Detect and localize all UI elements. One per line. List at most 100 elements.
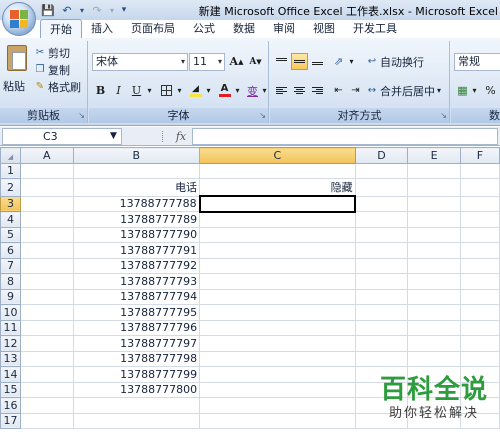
- cell-b4[interactable]: 13788777789: [72, 211, 201, 228]
- cell-a1[interactable]: [19, 162, 74, 179]
- accounting-dropdown[interactable]: ▾: [470, 82, 479, 99]
- cell-b1[interactable]: [72, 162, 201, 179]
- row-header[interactable]: 6: [0, 242, 21, 259]
- row-header[interactable]: 2: [0, 178, 21, 197]
- increase-indent-button[interactable]: ⇥: [347, 82, 364, 99]
- cell-e11[interactable]: [407, 319, 461, 336]
- cell-e10[interactable]: [407, 304, 461, 321]
- cell-a6[interactable]: [19, 242, 74, 259]
- cell-d7[interactable]: [354, 257, 409, 274]
- row-header[interactable]: 1: [0, 162, 21, 179]
- cell-c14[interactable]: [199, 366, 356, 383]
- office-button[interactable]: [2, 2, 36, 36]
- row-header[interactable]: 8: [0, 273, 21, 290]
- cell-c13[interactable]: [199, 350, 356, 367]
- cell-c12[interactable]: [199, 335, 356, 352]
- cell-e5[interactable]: [407, 226, 461, 243]
- italic-button[interactable]: I: [110, 82, 127, 99]
- cell-d9[interactable]: [354, 288, 409, 305]
- cell-a17[interactable]: [19, 412, 74, 429]
- column-header-f[interactable]: F: [459, 147, 500, 164]
- align-center-button[interactable]: [291, 82, 308, 99]
- cell-c9[interactable]: [199, 288, 356, 305]
- redo-icon[interactable]: ↷: [89, 3, 105, 17]
- cell-d12[interactable]: [354, 335, 409, 352]
- cell-a12[interactable]: [19, 335, 74, 352]
- cell-a15[interactable]: [19, 381, 74, 398]
- cell-d1[interactable]: [354, 162, 409, 179]
- cell-b9[interactable]: 13788777794: [72, 288, 201, 305]
- cell-c15[interactable]: [199, 381, 356, 398]
- orientation-dropdown[interactable]: ▾: [347, 53, 356, 70]
- row-header[interactable]: 7: [0, 257, 21, 274]
- cell-d5[interactable]: [354, 226, 409, 243]
- cell-b11[interactable]: 13788777796: [72, 319, 201, 336]
- redo-dropdown-icon[interactable]: ▾: [108, 3, 116, 17]
- row-header[interactable]: 5: [0, 226, 21, 243]
- cell-d11[interactable]: [354, 319, 409, 336]
- formula-input[interactable]: [192, 128, 498, 145]
- column-header-e[interactable]: E: [407, 147, 461, 164]
- row-header[interactable]: 15: [0, 381, 21, 398]
- copy-button[interactable]: ❐ 复制: [34, 62, 70, 77]
- cell-a16[interactable]: [19, 397, 74, 414]
- cell-b3[interactable]: 13788777788: [72, 195, 201, 212]
- undo-dropdown-icon[interactable]: ▾: [78, 3, 86, 17]
- tab-developer[interactable]: 开发工具: [344, 19, 406, 38]
- row-header[interactable]: 16: [0, 397, 21, 414]
- cell-a14[interactable]: [19, 366, 74, 383]
- font-color-button[interactable]: A: [216, 82, 233, 99]
- cell-e7[interactable]: [407, 257, 461, 274]
- cell-d13[interactable]: [354, 350, 409, 367]
- cell-f6[interactable]: [459, 242, 500, 259]
- cell-f9[interactable]: [459, 288, 500, 305]
- phonetic-button[interactable]: 变: [244, 82, 261, 99]
- cell-c3[interactable]: [198, 195, 357, 213]
- cell-c8[interactable]: [199, 273, 356, 290]
- align-top-button[interactable]: [273, 53, 290, 70]
- cell-b16[interactable]: [72, 397, 201, 414]
- chevron-down-icon[interactable]: ▼: [110, 128, 117, 145]
- align-middle-button[interactable]: [291, 53, 308, 70]
- column-header-c[interactable]: C: [199, 147, 356, 164]
- cell-b15[interactable]: 13788777800: [72, 381, 201, 398]
- cell-b2[interactable]: 电话: [72, 178, 201, 197]
- cell-b10[interactable]: 13788777795: [72, 304, 201, 321]
- cell-b13[interactable]: 13788777798: [72, 350, 201, 367]
- percent-style-button[interactable]: %: [482, 82, 499, 99]
- clipboard-launcher-icon[interactable]: ↘: [78, 111, 85, 120]
- font-launcher-icon[interactable]: ↘: [259, 111, 266, 120]
- accounting-format-button[interactable]: ▦: [454, 82, 471, 99]
- paste-button[interactable]: 粘贴: [2, 43, 32, 103]
- tab-page-layout[interactable]: 页面布局: [122, 19, 184, 38]
- row-header[interactable]: 4: [0, 211, 21, 228]
- cell-c1[interactable]: [199, 162, 356, 179]
- grow-font-button[interactable]: A ▲: [228, 53, 245, 70]
- align-right-button[interactable]: [309, 82, 326, 99]
- borders-button[interactable]: [158, 82, 175, 99]
- decrease-indent-button[interactable]: ⇤: [330, 82, 347, 99]
- cell-d10[interactable]: [354, 304, 409, 321]
- cell-b14[interactable]: 13788777799: [72, 366, 201, 383]
- cell-f8[interactable]: [459, 273, 500, 290]
- cut-button[interactable]: ✂ 剪切: [34, 45, 70, 60]
- cell-c11[interactable]: [199, 319, 356, 336]
- tab-insert[interactable]: 插入: [82, 19, 122, 38]
- cell-f1[interactable]: [459, 162, 500, 179]
- column-header-a[interactable]: A: [19, 147, 74, 164]
- cell-c16[interactable]: [199, 397, 356, 414]
- cell-b7[interactable]: 13788777792: [72, 257, 201, 274]
- select-all-corner[interactable]: ◢: [0, 147, 21, 164]
- wrap-text-button[interactable]: ↩ 自动换行: [366, 54, 424, 69]
- cell-c2[interactable]: 隐藏: [199, 178, 356, 197]
- underline-dropdown[interactable]: ▾: [145, 82, 154, 99]
- cell-f11[interactable]: [459, 319, 500, 336]
- cell-c10[interactable]: [199, 304, 356, 321]
- cell-f13[interactable]: [459, 350, 500, 367]
- cell-e8[interactable]: [407, 273, 461, 290]
- cell-b5[interactable]: 13788777790: [72, 226, 201, 243]
- cell-a8[interactable]: [19, 273, 74, 290]
- formula-bar-splitter[interactable]: [162, 131, 164, 142]
- cell-f2[interactable]: [459, 178, 500, 197]
- cell-a9[interactable]: [19, 288, 74, 305]
